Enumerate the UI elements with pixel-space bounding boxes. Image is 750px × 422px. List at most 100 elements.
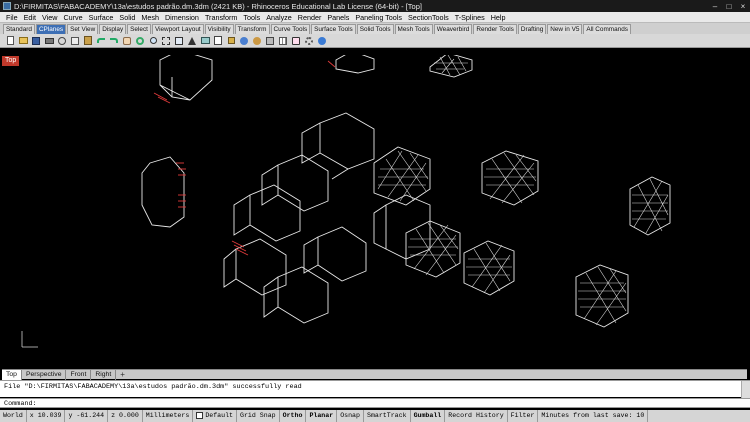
window-title: D:\FIRMITAS\FABACADEMY\13a\estudos padrã… <box>14 1 422 11</box>
command-line[interactable]: Command: <box>0 398 750 408</box>
menu-panels[interactable]: Panels <box>324 13 352 22</box>
new-file-icon[interactable] <box>4 35 16 46</box>
tab-viewport-layout[interactable]: Viewport Layout <box>151 24 204 34</box>
layer-icon[interactable] <box>199 35 211 46</box>
minimize-button[interactable]: – <box>708 0 722 12</box>
toggle-osnap[interactable]: Osnap <box>337 410 364 422</box>
menu-file[interactable]: File <box>3 13 21 22</box>
tab-all-commands[interactable]: All Commands <box>583 24 631 34</box>
autosave-status: Minutes from last save: 10 <box>538 410 649 422</box>
properties-icon[interactable] <box>212 35 224 46</box>
copy-icon[interactable] <box>69 35 81 46</box>
viewport-tab-top[interactable]: Top <box>2 369 22 380</box>
hex-prism-top-left <box>153 55 213 104</box>
toggle-grid-snap[interactable]: Grid Snap <box>237 410 280 422</box>
menu-curve[interactable]: Curve <box>60 13 85 22</box>
material-icon[interactable] <box>251 35 263 46</box>
viewport-label[interactable]: Top <box>2 56 20 66</box>
history-scrollbar[interactable] <box>741 381 750 398</box>
layer-indicator[interactable]: Default <box>193 410 238 422</box>
gear-icon[interactable] <box>303 35 315 46</box>
tab-surface-tools[interactable]: Surface Tools <box>311 24 356 34</box>
rotate-view-icon[interactable] <box>134 35 146 46</box>
tab-curve-tools[interactable]: Curve Tools <box>270 24 311 34</box>
cplane-indicator[interactable]: World <box>0 410 27 422</box>
help-icon[interactable] <box>316 35 328 46</box>
command-prompt: Command: <box>4 400 37 408</box>
viewport-canvas[interactable] <box>2 55 747 368</box>
toggle-planar[interactable]: Planar <box>306 410 338 422</box>
menu-mesh[interactable]: Mesh <box>138 13 162 22</box>
redo-icon[interactable] <box>108 35 120 46</box>
tab-weaverbird[interactable]: Weaverbird <box>433 24 473 34</box>
tab-new-in-v5[interactable]: New in V5 <box>547 24 583 34</box>
menu-transform[interactable]: Transform <box>202 13 240 22</box>
menu-render[interactable]: Render <box>295 13 325 22</box>
menu-edit[interactable]: Edit <box>21 13 39 22</box>
mesh-block-5 <box>463 240 515 296</box>
viewport-tab-right[interactable]: Right <box>91 369 117 380</box>
toggle-filter[interactable]: Filter <box>508 410 539 422</box>
close-button[interactable]: × <box>736 0 750 12</box>
menu-sectiontools[interactable]: SectionTools <box>405 13 452 22</box>
tab-set-view[interactable]: Set View <box>67 24 99 34</box>
lock-icon[interactable] <box>225 35 237 46</box>
options-icon[interactable] <box>264 35 276 46</box>
menu-solid[interactable]: Solid <box>116 13 138 22</box>
osnap-icon[interactable] <box>290 35 302 46</box>
maximize-button[interactable]: □ <box>722 0 736 12</box>
cut-icon[interactable] <box>56 35 68 46</box>
menu-analyze[interactable]: Analyze <box>263 13 295 22</box>
render-icon[interactable] <box>238 35 250 46</box>
select-icon[interactable] <box>186 35 198 46</box>
menu-surface[interactable]: Surface <box>86 13 117 22</box>
tab-cplanes[interactable]: CPlanes <box>35 24 67 34</box>
tab-mesh-tools[interactable]: Mesh Tools <box>394 24 433 34</box>
tab-transform[interactable]: Transform <box>234 24 270 34</box>
viewport-tab-perspective[interactable]: Perspective <box>22 369 67 380</box>
print-icon[interactable] <box>43 35 55 46</box>
status-bar: World x 10.039 y -61.244 z 0.000 Millime… <box>0 410 750 422</box>
menu-help[interactable]: Help <box>488 13 509 22</box>
toggle-gumball[interactable]: Gumball <box>411 410 446 422</box>
menu-view[interactable]: View <box>39 13 60 22</box>
hex-outline-right <box>373 194 431 260</box>
viewport-tab-front[interactable]: Front <box>66 369 92 380</box>
hex-prism-cluster <box>223 112 375 324</box>
tab-visibility[interactable]: Visibility <box>204 24 234 34</box>
toolbar-tab-bar: Standard CPlanes Set View Display Select… <box>0 23 750 34</box>
outline-curve-left <box>141 156 186 228</box>
icon-toolbar <box>0 34 750 48</box>
zoom-icon[interactable] <box>147 35 159 46</box>
z-coordinate: z 0.000 <box>108 410 143 422</box>
menu-t-splines[interactable]: T-Splines <box>452 13 488 22</box>
menu-dimension[interactable]: Dimension <box>162 13 202 22</box>
toggle-ortho[interactable]: Ortho <box>280 410 307 422</box>
grid-icon[interactable] <box>277 35 289 46</box>
top-viewport[interactable] <box>2 55 747 368</box>
y-coordinate: y -61.244 <box>65 410 109 422</box>
menu-paneling-tools[interactable]: Paneling Tools <box>352 13 405 22</box>
save-icon[interactable] <box>30 35 42 46</box>
mesh-block-top <box>429 55 473 78</box>
hex-prism-top-center <box>327 55 375 74</box>
undo-icon[interactable] <box>95 35 107 46</box>
tab-render-tools[interactable]: Render Tools <box>473 24 517 34</box>
toggle-smarttrack[interactable]: SmartTrack <box>364 410 411 422</box>
toggle-record-history[interactable]: Record History <box>445 410 508 422</box>
world-axis-icon <box>21 331 38 348</box>
tab-drafting[interactable]: Drafting <box>517 24 547 34</box>
add-viewport-tab-icon[interactable]: + <box>116 370 129 379</box>
units-indicator[interactable]: Millimeters <box>143 410 194 422</box>
viewport-tabs: Top Perspective Front Right + <box>2 369 747 380</box>
tab-select[interactable]: Select <box>127 24 151 34</box>
tab-display[interactable]: Display <box>99 24 127 34</box>
zoom-window-icon[interactable] <box>160 35 172 46</box>
open-file-icon[interactable] <box>17 35 29 46</box>
menu-tools[interactable]: Tools <box>240 13 263 22</box>
zoom-extents-icon[interactable] <box>173 35 185 46</box>
tab-solid-tools[interactable]: Solid Tools <box>356 24 394 34</box>
pan-icon[interactable] <box>121 35 133 46</box>
tab-standard[interactable]: Standard <box>3 24 35 34</box>
paste-icon[interactable] <box>82 35 94 46</box>
